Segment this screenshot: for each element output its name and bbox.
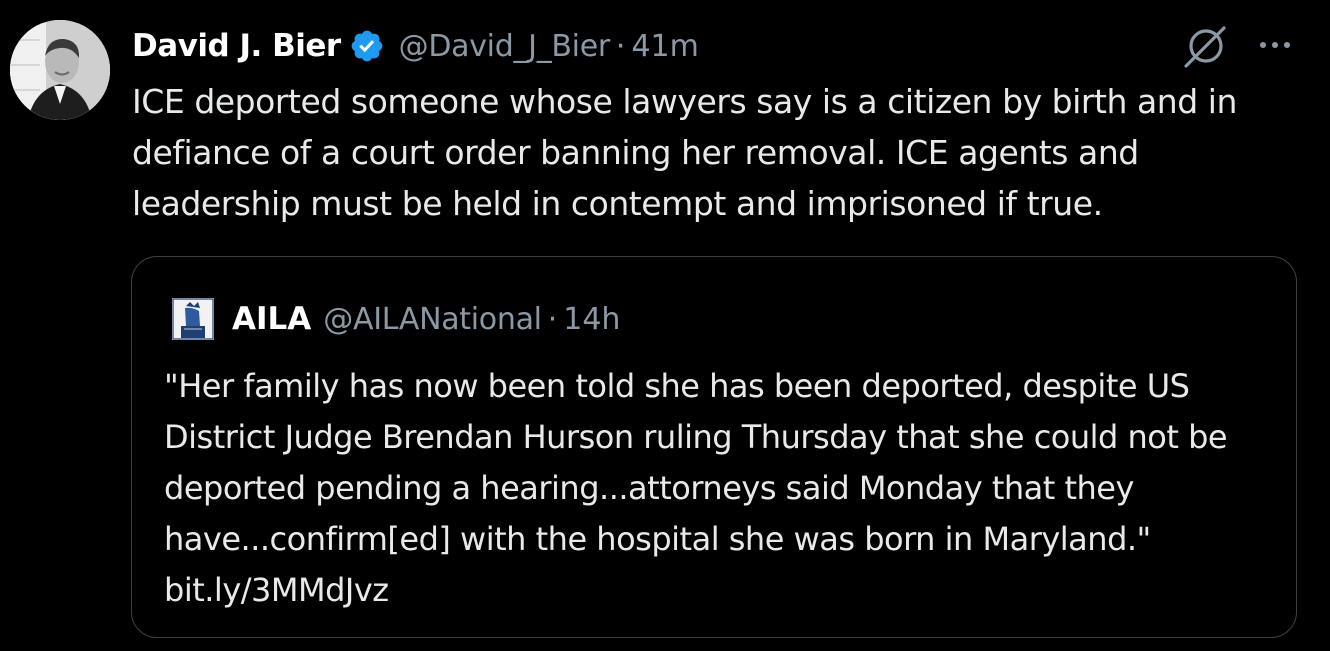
quoted-tweet-text: "Her family has now been told she has be… — [164, 361, 1274, 616]
quoted-author-handle[interactable]: @AILANational — [323, 302, 542, 337]
quoted-separator-dot: · — [547, 301, 558, 337]
tweet[interactable]: David J. Bier @David_J_Bier · 41m ICE de… — [0, 0, 1330, 651]
quoted-tweet-timestamp[interactable]: 14h — [563, 302, 620, 337]
liberty-logo-icon — [172, 298, 214, 340]
quoted-avatar[interactable] — [172, 298, 214, 340]
quoted-tweet-body: "Her family has now been told she has be… — [164, 367, 1228, 558]
quoted-tweet[interactable]: AILA @AILANational · 14h "Her family has… — [131, 256, 1297, 638]
avatar-image — [10, 20, 110, 120]
quoted-tweet-link[interactable]: bit.ly/3MMdJvz — [164, 571, 389, 609]
grok-icon[interactable] — [1180, 22, 1230, 70]
tweet-text: ICE deported someone whose lawyers say i… — [132, 82, 1237, 223]
more-icon[interactable] — [1254, 30, 1296, 60]
quoted-author-display-name[interactable]: AILA — [232, 301, 311, 337]
tweet-header: David J. Bier @David_J_Bier · 41m — [132, 24, 699, 68]
author-display-name[interactable]: David J. Bier — [132, 28, 341, 64]
tweet-timestamp[interactable]: 41m — [631, 29, 698, 64]
quoted-tweet-header: AILA @AILANational · 14h — [172, 297, 620, 341]
verified-badge-icon[interactable] — [349, 28, 385, 64]
avatar[interactable] — [10, 20, 110, 120]
author-handle[interactable]: @David_J_Bier — [399, 29, 611, 64]
separator-dot: · — [615, 28, 626, 64]
